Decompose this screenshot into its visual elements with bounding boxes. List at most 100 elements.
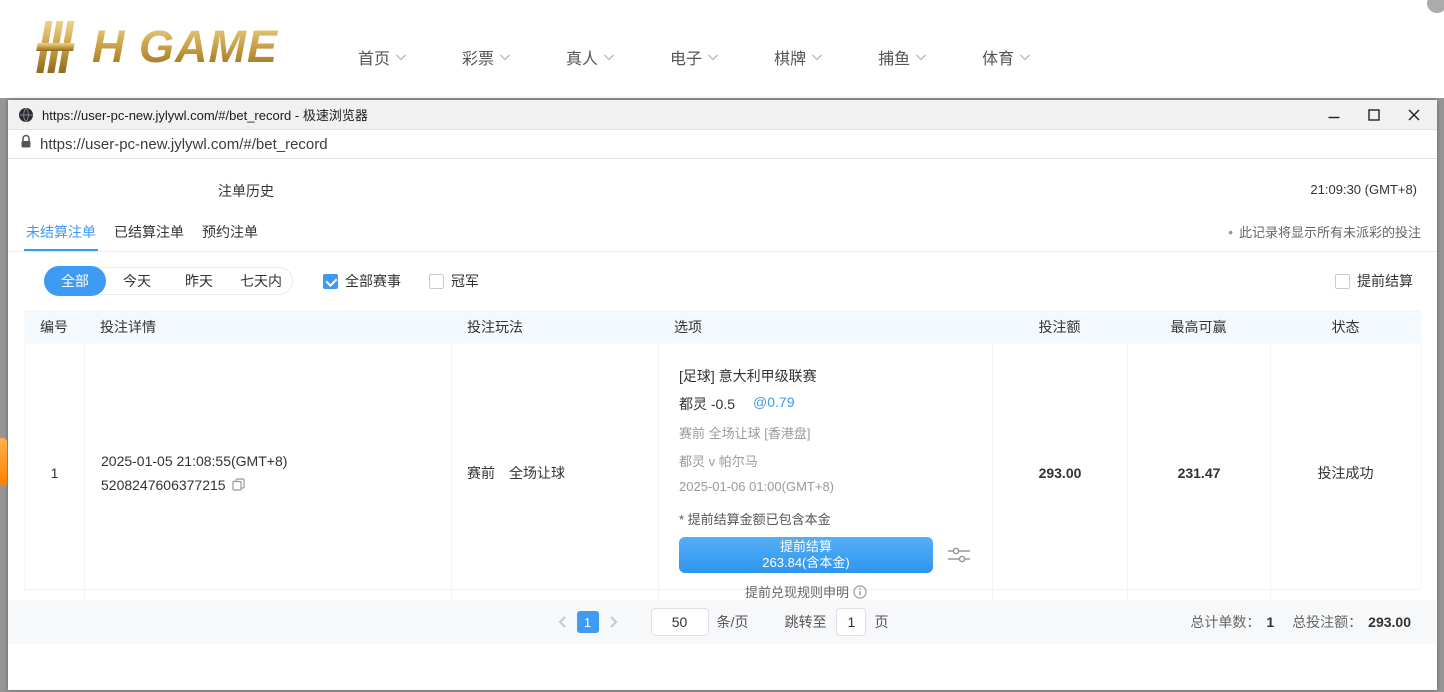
- bet-record-page: 注单历史 21:09:30 (GMT+8) 未结算注单 已结算注单 预约注单 •…: [8, 159, 1437, 690]
- tab-label: 预约注单: [202, 222, 258, 242]
- page-title: 注单历史: [218, 181, 274, 201]
- date-option-yesterday[interactable]: 昨天: [168, 267, 230, 295]
- table-footer: 1 条/页 跳转至 页 总计单数： 1 总投注额：: [8, 600, 1437, 644]
- tab-unsettled[interactable]: 未结算注单: [24, 212, 98, 251]
- browser-favicon-globe-icon: [18, 107, 34, 123]
- bet-id: 5208247606377215: [101, 477, 226, 493]
- cell-bet-detail: 2025-01-05 21:08:55(GMT+8) 5208247606377…: [85, 344, 452, 601]
- early-settle-checkbox[interactable]: 提前结算: [1335, 271, 1413, 291]
- tab-label: 已结算注单: [114, 222, 184, 242]
- cashout-button[interactable]: 提前结算 263.84(含本金): [679, 537, 933, 573]
- nav-item-slots[interactable]: 电子: [670, 45, 719, 69]
- cashout-slider-icon[interactable]: [947, 544, 971, 566]
- nav-item-home[interactable]: 首页: [358, 45, 407, 69]
- bets-table: 编号 投注详情 投注玩法 选项 投注额 最高可赢 状态 1 2025-01-05…: [24, 310, 1421, 590]
- cell-no: 1: [25, 344, 85, 601]
- date-option-all[interactable]: 全部: [44, 266, 106, 296]
- logo-mark-icon: [28, 18, 90, 76]
- totals: 总计单数： 1 总投注额： 293.00: [1190, 600, 1411, 644]
- chevron-down-icon: [707, 54, 719, 61]
- nav-item-cards[interactable]: 棋牌: [774, 45, 823, 69]
- pagination: 1 条/页 跳转至 页: [557, 600, 889, 644]
- nav-item-live[interactable]: 真人: [566, 45, 615, 69]
- cell-selection: [足球] 意大利甲级联赛 都灵 -0.5 @0.79 赛前 全场让球 [香港盘]…: [659, 344, 993, 601]
- cashout-button-label: 提前结算: [780, 539, 832, 555]
- window-title: https://user-pc-new.jylywl.com/#/bet_rec…: [42, 105, 368, 124]
- chevron-down-icon: [395, 54, 407, 61]
- server-clock: 21:09:30 (GMT+8): [1310, 182, 1417, 197]
- minimize-icon[interactable]: [1327, 108, 1341, 122]
- jump-page-input[interactable]: [836, 608, 866, 636]
- tab-reserved[interactable]: 预约注单: [200, 212, 260, 251]
- cashout-rules-link[interactable]: 提前兑现规则申明: [679, 582, 933, 601]
- date-range-segmented: 全部 今天 昨天 七天内: [44, 267, 293, 295]
- chevron-down-icon: [915, 54, 927, 61]
- selection-match-time: 2025-01-06 01:00(GMT+8): [679, 479, 992, 494]
- selection-odds: @0.79: [753, 394, 794, 414]
- close-icon[interactable]: [1407, 108, 1421, 122]
- checkbox-unchecked-icon: [1335, 274, 1350, 289]
- lock-icon: [20, 134, 32, 154]
- note-bullet: •: [1228, 224, 1233, 240]
- date-option-7days[interactable]: 七天内: [230, 267, 292, 295]
- help-icon[interactable]: [1427, 0, 1444, 13]
- side-widget-tab[interactable]: [0, 438, 7, 486]
- checkbox-label: 全部赛事: [345, 271, 401, 291]
- nav-label: 真人: [566, 45, 598, 69]
- filter-row: 全部 今天 昨天 七天内 全部赛事 冠军 提前结算: [8, 265, 1437, 297]
- col-header-stake: 投注额: [992, 310, 1127, 344]
- chevron-down-icon: [603, 54, 615, 61]
- table-row: 1 2025-01-05 21:08:55(GMT+8) 52082476063…: [24, 344, 1421, 590]
- cashout-button-amount: 263.84(含本金): [762, 555, 849, 571]
- window-controls: [1327, 108, 1427, 122]
- logo-text: H GAME: [92, 21, 278, 73]
- total-stake-label: 总投注额：: [1292, 612, 1362, 632]
- prev-page-icon[interactable]: [557, 615, 567, 629]
- tab-label: 未结算注单: [26, 222, 96, 242]
- page-number-current[interactable]: 1: [577, 611, 599, 633]
- all-events-checkbox[interactable]: 全部赛事: [323, 271, 401, 291]
- table-header-row: 编号 投注详情 投注玩法 选项 投注额 最高可赢 状态: [24, 310, 1421, 344]
- nav-item-fishing[interactable]: 捕鱼: [878, 45, 927, 69]
- next-page-icon[interactable]: [609, 615, 619, 629]
- date-option-today[interactable]: 今天: [106, 267, 168, 295]
- main-nav: 首页 彩票 真人 电子 棋牌 捕鱼 体育: [358, 8, 1031, 106]
- nav-item-sports[interactable]: 体育: [982, 45, 1031, 69]
- selection-market: 赛前 全场让球 [香港盘]: [679, 423, 992, 442]
- col-header-no: 编号: [24, 310, 84, 344]
- copy-icon[interactable]: [232, 478, 245, 491]
- col-header-maxwin: 最高可赢: [1127, 310, 1270, 344]
- checkbox-checked-icon: [323, 274, 338, 289]
- info-icon: [853, 585, 867, 599]
- nav-label: 首页: [358, 45, 390, 69]
- logo[interactable]: H GAME: [28, 14, 278, 80]
- cashout-note: * 提前结算金额已包含本金: [679, 509, 992, 528]
- page-size-input[interactable]: [651, 608, 709, 636]
- address-bar[interactable]: https://user-pc-new.jylywl.com/#/bet_rec…: [8, 130, 1437, 159]
- selection-league: [足球] 意大利甲级联赛: [679, 366, 992, 386]
- selection-match: 都灵 v 帕尔马: [679, 451, 992, 470]
- browser-titlebar: https://user-pc-new.jylywl.com/#/bet_rec…: [8, 100, 1437, 130]
- nav-label: 捕鱼: [878, 45, 910, 69]
- per-page-label: 条/页: [717, 612, 749, 632]
- tab-settled[interactable]: 已结算注单: [112, 212, 186, 251]
- checkbox-unchecked-icon: [429, 274, 444, 289]
- total-count-label: 总计单数：: [1190, 612, 1260, 632]
- col-header-selection: 选项: [658, 310, 992, 344]
- tabs-row: 未结算注单 已结算注单 预约注单 • 此记录将显示所有未派彩的投注: [8, 212, 1437, 252]
- selection-pick: 都灵 -0.5: [679, 394, 735, 414]
- cell-play-type: 赛前 全场让球: [452, 344, 659, 601]
- page-unit-label: 页: [874, 612, 888, 632]
- checkbox-label: 冠军: [451, 271, 479, 291]
- url-text: https://user-pc-new.jylywl.com/#/bet_rec…: [40, 136, 328, 153]
- nav-item-lottery[interactable]: 彩票: [462, 45, 511, 69]
- nav-label: 电子: [670, 45, 702, 69]
- total-count-value: 1: [1266, 614, 1274, 630]
- cell-status: 投注成功: [1271, 344, 1420, 601]
- chevron-down-icon: [499, 54, 511, 61]
- jump-label: 跳转至: [784, 612, 826, 632]
- champion-checkbox[interactable]: 冠军: [429, 271, 479, 291]
- nav-label: 体育: [982, 45, 1014, 69]
- site-header: H GAME 首页 彩票 真人 电子 棋牌 捕鱼 体育: [0, 0, 1444, 98]
- maximize-icon[interactable]: [1367, 108, 1381, 122]
